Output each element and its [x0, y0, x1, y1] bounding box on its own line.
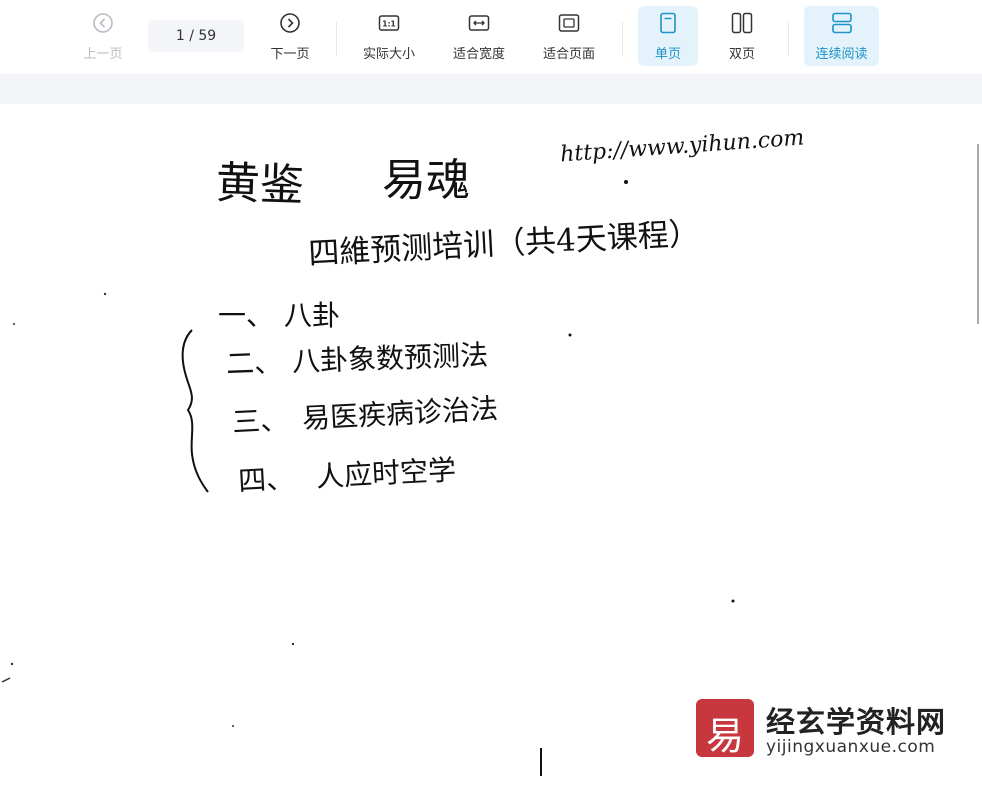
single-page-label: 单页: [654, 47, 681, 62]
toolbar-divider: [622, 22, 623, 56]
double-page-button[interactable]: 双页: [712, 6, 772, 66]
scan-specks: [1, 144, 979, 776]
viewer-toolbar: 上一页 1 / 59 下一页 1:1 实际大小 适合宽度 适合页面 单页 双页 …: [0, 0, 982, 74]
actual-size-icon-text: 1:1: [382, 20, 395, 29]
fit-width-icon: [468, 15, 490, 31]
fit-width-button[interactable]: 适合宽度: [442, 6, 516, 66]
actual-size-icon: 1:1: [378, 15, 400, 31]
chevron-right-circle-icon: [280, 13, 300, 33]
actual-size-button[interactable]: 1:1 实际大小: [352, 6, 426, 66]
fit-width-label: 适合宽度: [452, 47, 505, 62]
fit-page-label: 适合页面: [542, 47, 595, 62]
double-page-label: 双页: [728, 47, 755, 62]
continuous-reading-label: 连续阅读: [815, 47, 868, 62]
document-page: 黄鉴 易魂 http://www.yihun.com 四維预测培训（共4天课程）…: [0, 104, 982, 785]
fit-page-button[interactable]: 适合页面: [532, 6, 606, 66]
double-page-icon: [731, 12, 753, 34]
total-pages: / 59: [189, 28, 217, 44]
chevron-left-circle-icon: [93, 13, 113, 33]
current-page: 1: [175, 28, 185, 44]
next-page-label: 下一页: [270, 47, 310, 62]
site-watermark: 易 经玄学资料网 yijingxuanxue.com: [696, 697, 966, 761]
next-page-button[interactable]: 下一页: [259, 6, 321, 66]
continuous-reading-button[interactable]: 连续阅读: [804, 6, 879, 66]
site-logo: 易: [696, 699, 754, 758]
toolbar-divider: [336, 22, 337, 56]
single-page-button[interactable]: 单页: [638, 6, 698, 66]
site-name: 经玄学资料网: [766, 705, 947, 739]
actual-size-label: 实际大小: [362, 47, 415, 62]
prev-page-button[interactable]: 上一页: [72, 6, 134, 66]
page-gutter: [0, 74, 982, 104]
toolbar-divider: [788, 22, 789, 56]
continuous-reading-icon: [831, 12, 852, 34]
prev-page-label: 上一页: [83, 47, 123, 62]
page-number-input[interactable]: 1 / 59: [148, 20, 244, 52]
fit-page-icon: [558, 14, 580, 32]
site-url: yijingxuanxue.com: [766, 737, 936, 757]
site-logo-char: 易: [705, 714, 744, 758]
single-page-icon: [660, 12, 676, 34]
